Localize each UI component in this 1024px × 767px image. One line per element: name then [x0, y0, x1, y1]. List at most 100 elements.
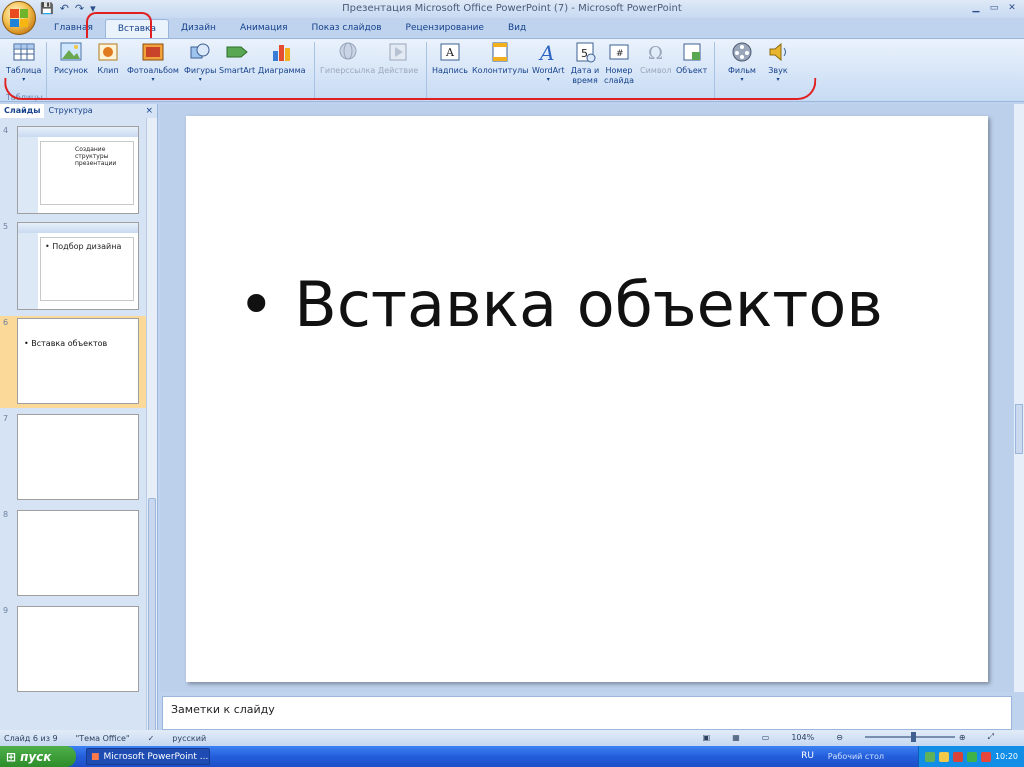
zoom-in-icon[interactable]: ⊕	[959, 733, 966, 742]
window-controls: ▁ ▭ ✕	[968, 2, 1020, 15]
task-label: Microsoft PowerPoint ...	[103, 751, 209, 762]
start-button[interactable]: ⊞ пуск	[0, 746, 76, 767]
scrollbar-thumb[interactable]	[148, 498, 156, 738]
svg-text:A: A	[538, 41, 554, 63]
textbox-label: Надпись	[432, 66, 468, 75]
zoom-slider[interactable]	[864, 732, 955, 742]
sorter-view-icon[interactable]: ▦	[732, 733, 740, 742]
update-icon[interactable]	[980, 751, 991, 762]
thumbnail	[17, 414, 139, 500]
object-label: Объект	[676, 66, 708, 75]
movie-label: Фильм	[728, 66, 756, 75]
tab-outline[interactable]: Структура	[44, 104, 96, 118]
zoom-level[interactable]: 104%	[791, 733, 814, 742]
desktop-toolbar[interactable]: Рабочий стол	[828, 752, 884, 761]
slide-thumbnail-6[interactable]: 6 • Вставка объектов	[0, 316, 146, 408]
symbol-button[interactable]: Ω Символ	[640, 41, 672, 76]
window-title: Презентация Microsoft Office PowerPoint …	[342, 3, 682, 14]
symbol-label: Символ	[640, 66, 672, 75]
tab-design[interactable]: Дизайн	[169, 19, 228, 38]
clip-icon	[96, 41, 120, 63]
slide-counter: Слайд 6 из 9	[4, 733, 58, 743]
svg-text:#: #	[616, 49, 624, 59]
taskbar-item-powerpoint[interactable]: ■ Microsoft PowerPoint ...	[86, 748, 210, 765]
action-icon	[386, 41, 410, 63]
fit-icon[interactable]: ⤢	[988, 732, 994, 742]
picture-button[interactable]: Рисунок	[54, 41, 88, 76]
network-icon[interactable]	[924, 751, 935, 762]
thumbnail	[17, 606, 139, 692]
hyperlink-label: Гиперссылка	[320, 66, 376, 75]
zoom-out-icon[interactable]: ⊖	[836, 733, 843, 742]
clip-button[interactable]: Клип	[96, 41, 120, 76]
maximize-button[interactable]: ▭	[986, 2, 1002, 15]
office-logo-icon	[10, 9, 28, 27]
slide-thumbnail-4[interactable]: 4 Создание структуры презентации	[0, 124, 146, 218]
slide-number: 9	[3, 606, 9, 615]
status-bar: Слайд 6 из 9 "Тема Office" ✓ русский ▣ ▦…	[0, 730, 1024, 746]
tab-animation[interactable]: Анимация	[228, 19, 300, 38]
normal-view-icon[interactable]: ▣	[703, 733, 711, 742]
tab-slides[interactable]: Слайды	[0, 104, 45, 118]
annotation-underline	[3, 78, 817, 100]
thumbnail-text: Создание структуры презентации	[75, 146, 117, 167]
svg-text:Ω: Ω	[648, 43, 663, 63]
tab-slideshow[interactable]: Показ слайдов	[300, 19, 394, 38]
slide-thumbnail-7[interactable]: 7	[0, 412, 146, 504]
shapes-icon	[188, 41, 212, 63]
tab-view[interactable]: Вид	[496, 19, 538, 38]
slide-thumbnail-5[interactable]: 5 • Подбор дизайна	[0, 220, 146, 314]
chart-button[interactable]: Диаграмма	[258, 41, 306, 76]
notes-field[interactable]: Заметки к слайду	[162, 696, 1012, 730]
clip-label: Клип	[97, 66, 119, 75]
header-footer-label: Колонтитулы	[472, 66, 529, 75]
close-icon[interactable]: ×	[145, 106, 153, 116]
security-icon[interactable]	[966, 751, 977, 762]
panel-tabs: Слайды Структура ×	[0, 104, 157, 118]
header-footer-button[interactable]: Колонтитулы	[472, 41, 529, 76]
shapes-button[interactable]: Фигуры ▾	[184, 41, 216, 83]
table-button[interactable]: Таблица ▾	[6, 41, 41, 83]
slide-scrollbar[interactable]	[1014, 104, 1024, 692]
textbox-button[interactable]: A Надпись	[432, 41, 468, 76]
current-slide[interactable]: • Вставка объектов	[186, 116, 988, 682]
volume-icon[interactable]	[938, 751, 949, 762]
slide-number: 8	[3, 510, 9, 519]
chart-label: Диаграмма	[258, 66, 306, 75]
thumbnail: Создание структуры презентации	[17, 126, 139, 214]
smartart-button[interactable]: SmartArt	[219, 41, 255, 76]
zoom-knob[interactable]	[910, 732, 916, 742]
quick-access-toolbar: 💾 ↶ ↷ ▾	[40, 2, 96, 15]
photo-album-button[interactable]: Фотоальбом ▾	[127, 41, 179, 83]
textbox-icon: A	[438, 41, 462, 63]
office-button[interactable]	[2, 1, 36, 35]
sound-button[interactable]: Звук ▾	[766, 41, 790, 83]
redo-icon[interactable]: ↷	[75, 2, 84, 15]
panel-scrollbar[interactable]	[146, 118, 157, 738]
slide-thumbnail-9[interactable]: 9	[0, 604, 146, 696]
sound-icon	[766, 41, 790, 63]
action-button[interactable]: Действие	[378, 41, 418, 76]
undo-icon[interactable]: ↶	[60, 2, 69, 15]
object-button[interactable]: Объект	[676, 41, 707, 76]
hyperlink-button[interactable]: Гиперссылка	[320, 41, 375, 76]
thumbnail	[17, 510, 139, 596]
date-time-icon: 5	[573, 41, 597, 63]
wordart-button[interactable]: A WordArt ▾	[532, 41, 564, 83]
smartart-label: SmartArt	[219, 66, 256, 75]
tab-review[interactable]: Рецензирование	[394, 19, 496, 38]
movie-button[interactable]: Фильм ▾	[728, 41, 756, 83]
slide-thumbnail-8[interactable]: 8	[0, 508, 146, 600]
antivirus-icon[interactable]	[952, 751, 963, 762]
save-icon[interactable]: 💾	[40, 2, 54, 15]
movie-icon	[730, 41, 754, 63]
clock[interactable]: 10:20	[995, 752, 1018, 761]
slideshow-view-icon[interactable]: ▭	[762, 733, 770, 742]
slide-bullet-text[interactable]: • Вставка объектов	[238, 268, 883, 341]
minimize-button[interactable]: ▁	[968, 2, 984, 15]
close-button[interactable]: ✕	[1004, 2, 1020, 15]
scrollbar-thumb[interactable]	[1015, 404, 1023, 454]
language-indicator[interactable]: русский	[172, 734, 206, 743]
keyboard-language[interactable]: RU	[801, 751, 814, 761]
spellcheck-icon[interactable]: ✓	[148, 734, 155, 743]
